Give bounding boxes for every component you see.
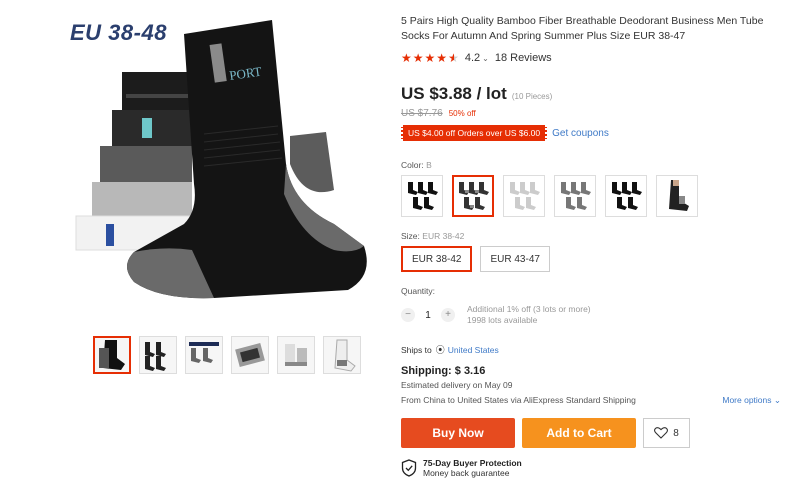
quantity-increase-button[interactable]: + bbox=[441, 308, 455, 322]
get-coupons-link[interactable]: Get coupons bbox=[552, 128, 609, 139]
color-swatch-1[interactable] bbox=[401, 175, 443, 217]
thumbnail-2[interactable] bbox=[139, 336, 177, 374]
thumbnail-3[interactable] bbox=[185, 336, 223, 374]
color-swatch-5[interactable] bbox=[605, 175, 647, 217]
reviews-link[interactable]: 18 Reviews bbox=[495, 52, 552, 64]
size-range-badge: EU 38-48 bbox=[70, 20, 167, 45]
location-pin-icon: ⦿ bbox=[435, 345, 445, 355]
rating-stars: ★ ★ ★ ★ ★ bbox=[401, 52, 459, 64]
product-gallery: PORT EU 38-48 bbox=[64, 14, 380, 332]
protection-title: 75-Day Buyer Protection bbox=[423, 458, 522, 468]
wishlist-button[interactable]: 8 bbox=[643, 418, 690, 448]
shipping-route-row: From China to United States via AliExpre… bbox=[401, 395, 781, 406]
shipping-route: From China to United States via AliExpre… bbox=[401, 395, 636, 405]
star-icon: ★ bbox=[436, 51, 448, 65]
wishlist-count: 8 bbox=[673, 427, 679, 439]
quantity-value[interactable]: 1 bbox=[415, 310, 441, 321]
quantity-info: Additional 1% off (3 lots or more) 1998 … bbox=[467, 304, 591, 326]
rating-value[interactable]: 4.2 bbox=[465, 52, 480, 64]
thumbnail-1[interactable] bbox=[93, 336, 131, 374]
star-icon: ★ bbox=[412, 51, 424, 65]
size-label: Size: EUR 38-42 bbox=[401, 231, 465, 241]
color-label: Color: B bbox=[401, 160, 432, 170]
product-info-panel: 5 Pairs High Quality Bamboo Fiber Breath… bbox=[401, 14, 791, 478]
original-price: US $7.76 bbox=[401, 108, 443, 119]
chevron-down-icon[interactable]: ⌄ bbox=[482, 54, 489, 63]
discount-badge: 50% off bbox=[448, 109, 476, 118]
purchase-actions: Buy Now Add to Cart 8 bbox=[401, 418, 791, 448]
shipping-cost: Shipping: $ 3.16 bbox=[401, 365, 486, 377]
quantity-stepper: − 1 + Additional 1% off (3 lots or more)… bbox=[401, 304, 791, 326]
thumbnail-4[interactable] bbox=[231, 336, 269, 374]
size-option-38-42[interactable]: EUR 38-42 bbox=[401, 246, 473, 272]
quantity-decrease-button[interactable]: − bbox=[401, 308, 415, 322]
ships-to-row: Ships to ⦿ United States bbox=[401, 343, 791, 356]
stock-available-text: 1998 lots available bbox=[467, 315, 538, 325]
rating-row: ★ ★ ★ ★ ★ 4.2 ⌄ 18 Reviews bbox=[401, 52, 791, 64]
current-price: US $3.88 / lot bbox=[401, 84, 507, 103]
shield-check-icon bbox=[401, 459, 417, 477]
coupon-row: US $4.00 off Orders over US $6.00 Get co… bbox=[401, 125, 791, 141]
ships-to-label: Ships to bbox=[401, 344, 432, 355]
thumbnail-5[interactable] bbox=[277, 336, 315, 374]
main-product-image[interactable]: PORT bbox=[64, 14, 380, 332]
color-swatch-4[interactable] bbox=[554, 175, 596, 217]
coupon-badge[interactable]: US $4.00 off Orders over US $6.00 bbox=[401, 125, 548, 141]
protection-subtitle: Money back guarantee bbox=[423, 468, 510, 478]
bulk-discount-text: Additional 1% off (3 lots or more) bbox=[467, 304, 591, 314]
estimated-delivery: Estimated delivery on May 09 bbox=[401, 380, 513, 390]
more-options-link[interactable]: More options ⌄ bbox=[722, 395, 781, 406]
selected-size: EUR 38-42 bbox=[422, 231, 465, 241]
color-swatch-3[interactable] bbox=[503, 175, 545, 217]
thumbnail-strip bbox=[93, 336, 361, 374]
half-star-icon: ★ bbox=[448, 51, 459, 65]
original-price-row: US $7.76 50% off bbox=[401, 108, 791, 119]
add-to-cart-button[interactable]: Add to Cart bbox=[522, 418, 636, 448]
price-row: US $3.88 / lot (10 Pieces) bbox=[401, 84, 791, 104]
color-swatch-6[interactable] bbox=[656, 175, 698, 217]
ships-to-country[interactable]: United States bbox=[448, 345, 499, 355]
heart-icon bbox=[654, 427, 669, 439]
product-title: 5 Pairs High Quality Bamboo Fiber Breath… bbox=[401, 15, 764, 42]
star-icon: ★ bbox=[424, 51, 436, 65]
star-icon: ★ bbox=[401, 51, 412, 65]
quantity-label: Quantity: bbox=[401, 286, 436, 296]
thumbnail-6[interactable] bbox=[323, 336, 361, 374]
selected-color: B bbox=[426, 160, 432, 170]
color-swatch-2[interactable] bbox=[452, 175, 494, 217]
size-option-43-47[interactable]: EUR 43-47 bbox=[480, 246, 550, 272]
buyer-protection: 75-Day Buyer Protection Money back guara… bbox=[401, 458, 791, 478]
lot-pieces: (10 Pieces) bbox=[511, 92, 553, 101]
buy-now-button[interactable]: Buy Now bbox=[401, 418, 515, 448]
size-options: EUR 38-42 EUR 43-47 bbox=[401, 246, 791, 272]
color-swatches bbox=[401, 175, 791, 217]
